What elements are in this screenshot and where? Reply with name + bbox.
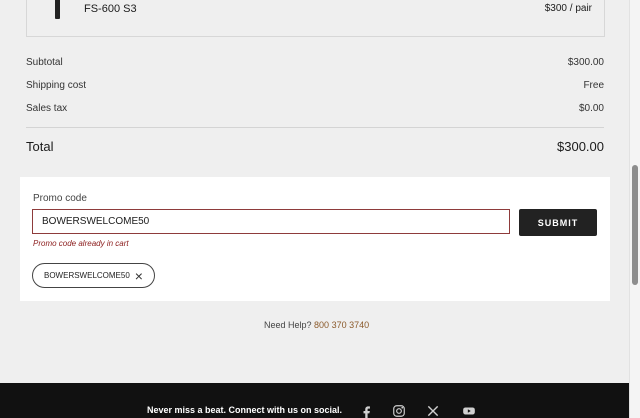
promo-code-label: Promo code: [33, 193, 87, 204]
total-label: Total: [26, 139, 54, 154]
cart-item: FS-600 S3 $300 / pair: [26, 0, 605, 37]
shipping-value: Free: [583, 80, 604, 91]
help-line: Need Help? 800 370 3740: [264, 320, 369, 330]
help-prefix: Need Help?: [264, 320, 312, 330]
x-icon[interactable]: [426, 404, 440, 418]
shipping-label: Shipping cost: [26, 80, 87, 91]
subtotal-value: $300.00: [567, 57, 604, 68]
promo-code-input[interactable]: [32, 209, 510, 234]
promo-submit-button[interactable]: SUBMIT: [519, 209, 597, 236]
summary-divider: [26, 127, 604, 128]
page-scrollbar[interactable]: [629, 0, 640, 418]
help-phone-link[interactable]: 800 370 3740: [314, 320, 369, 330]
sales-tax-row: Sales tax $0.00: [26, 103, 604, 114]
footer-social-text: Never miss a beat. Connect with us on so…: [147, 405, 343, 415]
footer: Never miss a beat. Connect with us on so…: [0, 383, 630, 418]
product-price: $300 / pair: [544, 3, 592, 14]
promo-code-panel: Promo code SUBMIT Promo code already in …: [20, 177, 610, 301]
promo-error-message: Promo code already in cart: [33, 239, 129, 248]
youtube-icon[interactable]: [462, 404, 476, 418]
total-value: $300.00: [557, 139, 604, 154]
sales-tax-label: Sales tax: [26, 103, 68, 114]
total-row: Total $300.00: [26, 139, 604, 154]
applied-promo-code: BOWERSWELCOME50: [44, 271, 130, 280]
subtotal-row: Subtotal $300.00: [26, 57, 604, 68]
instagram-icon[interactable]: [392, 404, 406, 418]
shipping-row: Shipping cost Free: [26, 80, 604, 91]
product-image: [55, 0, 60, 19]
remove-promo-icon[interactable]: ×: [135, 269, 143, 283]
product-name: FS-600 S3: [84, 3, 137, 15]
scrollbar-thumb[interactable]: [632, 165, 638, 285]
facebook-icon[interactable]: [360, 404, 374, 418]
sales-tax-value: $0.00: [578, 103, 604, 114]
subtotal-label: Subtotal: [26, 57, 63, 68]
applied-promo-chip: BOWERSWELCOME50 ×: [32, 263, 155, 288]
